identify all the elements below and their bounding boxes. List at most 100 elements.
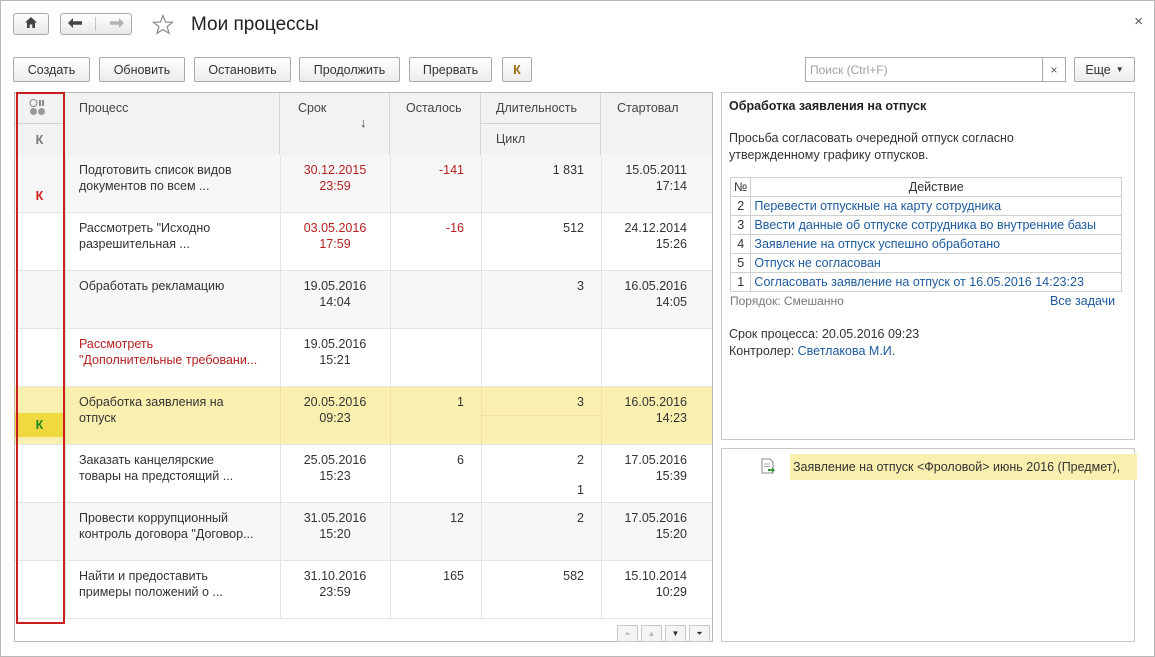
row-deadline: 03.05.2016 17:59 xyxy=(280,220,390,252)
row-deadline-date: 20.05.2016 xyxy=(303,395,367,409)
column-separator xyxy=(280,213,281,270)
continue-button[interactable]: Продолжить xyxy=(299,57,400,82)
table-row[interactable]: Провести коррупционный контроль договора … xyxy=(15,503,712,561)
table-row[interactable]: Рассмотреть "Исходно разрешительная ... 03… xyxy=(15,213,712,271)
sort-arrow-icon: ↓ xyxy=(360,115,367,130)
home-button[interactable] xyxy=(13,13,49,35)
header-k[interactable]: К xyxy=(15,93,65,155)
nav-divider xyxy=(95,17,97,31)
row-k-cell[interactable] xyxy=(15,329,65,386)
action-link[interactable]: Заявление на отпуск успешно обработано xyxy=(750,234,1122,254)
attachment-item[interactable]: Заявление на отпуск <Фроловой> июнь 2016… xyxy=(790,454,1137,480)
row-deadline: 19.05.2016 15:21 xyxy=(280,336,390,368)
favorite-star-icon[interactable] xyxy=(151,13,175,38)
control-k-button[interactable]: К xyxy=(502,57,532,82)
row-k-cell[interactable] xyxy=(15,561,65,618)
column-separator xyxy=(65,155,66,212)
row-started-date: 17.05.2016 xyxy=(624,511,687,525)
action-row[interactable]: 2 Перевести отпускные на карту сотрудника xyxy=(729,196,1122,216)
k-mark xyxy=(15,242,64,266)
column-separator xyxy=(390,213,391,270)
row-process: Подготовить список видов документов по вс… xyxy=(79,162,275,194)
row-started: 16.05.2016 14:05 xyxy=(601,278,687,310)
header-duration-label: Длительность xyxy=(496,101,578,115)
action-row[interactable]: 4 Заявление на отпуск успешно обработано xyxy=(729,234,1122,254)
k-mark xyxy=(15,358,64,382)
row-process: Провести коррупционный контроль договора … xyxy=(79,510,275,542)
action-row[interactable]: 1 Согласовать заявление на отпуск от 16.0… xyxy=(729,272,1122,292)
close-icon[interactable]: × xyxy=(1134,13,1143,30)
document-icon xyxy=(760,458,776,477)
row-k-cell[interactable] xyxy=(15,503,65,560)
row-k-cell[interactable] xyxy=(15,271,65,328)
table-row[interactable]: К Обработка заявления на отпуск 20.05.2016 0… xyxy=(15,387,712,445)
process-detail-panel: Обработка заявления на отпуск Просьба со… xyxy=(721,92,1135,440)
row-deadline-date: 30.12.2015 xyxy=(303,163,367,177)
k-mark xyxy=(15,590,64,614)
row-k-cell[interactable] xyxy=(15,445,65,502)
more-menu-button[interactable]: Еще ▼ xyxy=(1074,57,1135,82)
abort-button[interactable]: Прервать xyxy=(409,57,492,82)
detail-description: Просьба согласовать очередной отпуск сог… xyxy=(729,130,1014,164)
table-row[interactable]: Заказать канцелярские товары на предстоящ… xyxy=(15,445,712,503)
row-process-line: Подготовить список видов xyxy=(79,163,232,177)
row-started: 15.10.2014 10:29 xyxy=(601,568,687,600)
refresh-button[interactable]: Обновить xyxy=(99,57,185,82)
scroll-up-button[interactable]: ▲ xyxy=(641,625,662,642)
row-duration: 3 xyxy=(577,279,584,293)
header-deadline[interactable]: Срок ↓ xyxy=(280,93,390,155)
row-deadline-time: 14:04 xyxy=(319,295,351,309)
row-started-time: 17:14 xyxy=(655,179,687,193)
row-deadline: 19.05.2016 14:04 xyxy=(280,278,390,310)
header-remaining[interactable]: Осталось xyxy=(390,93,481,155)
header-process-label: Процесс xyxy=(79,101,129,115)
back-arrow-icon[interactable] xyxy=(67,17,83,32)
all-tasks-link[interactable]: Все задачи xyxy=(1050,294,1115,308)
row-duration: 2 xyxy=(577,453,584,467)
table-row[interactable]: Обработать рекламацию 19.05.2016 14:04 3 16.… xyxy=(15,271,712,329)
row-k-cell[interactable]: К xyxy=(15,387,65,444)
row-cycle: 1 xyxy=(577,483,584,497)
row-process: Рассмотреть "Дополнительные требовани... xyxy=(79,336,275,368)
row-deadline-date: 19.05.2016 xyxy=(303,279,367,293)
search-input[interactable]: Поиск (Ctrl+F) xyxy=(805,57,1043,82)
search-clear-icon[interactable]: × xyxy=(1043,57,1066,82)
action-link[interactable]: Перевести отпускные на карту сотрудника xyxy=(750,196,1122,216)
row-started-time: 14:05 xyxy=(655,295,687,309)
column-separator xyxy=(65,561,66,618)
column-separator xyxy=(481,561,482,618)
table-row[interactable]: Найти и предоставить примеры положений о … xyxy=(15,561,712,619)
table-row[interactable]: К Подготовить список видов документов по в… xyxy=(15,155,712,213)
row-duration: 1 831 xyxy=(552,163,584,177)
row-deadline: 30.12.2015 23:59 xyxy=(280,162,390,194)
k-mark xyxy=(15,300,64,324)
column-separator xyxy=(280,155,281,212)
forward-arrow-icon[interactable] xyxy=(109,17,125,32)
action-row[interactable]: 5 Отпуск не согласован xyxy=(729,253,1122,273)
scroll-bottom-button[interactable]: ⏷ xyxy=(689,625,710,642)
column-separator xyxy=(601,561,602,618)
header-duration[interactable]: Длительность Цикл xyxy=(481,93,601,155)
scroll-top-button[interactable]: ⏶ xyxy=(617,625,638,642)
action-link[interactable]: Ввести данные об отпуске сотрудника во в… xyxy=(750,215,1122,235)
header-process[interactable]: Процесс xyxy=(65,93,280,155)
table-row[interactable]: Рассмотреть "Дополнительные требовани... 1… xyxy=(15,329,712,387)
row-process-line: Рассмотреть "Исходно xyxy=(79,221,211,235)
controller-link[interactable]: Светлакова М.И. xyxy=(798,344,896,358)
attachments-panel: Заявление на отпуск <Фроловой> июнь 2016… xyxy=(721,448,1137,642)
column-separator xyxy=(65,213,66,270)
header-started[interactable]: Стартовал xyxy=(601,93,712,155)
row-remaining: 12 xyxy=(450,511,464,525)
stop-button[interactable]: Остановить xyxy=(194,57,291,82)
action-link[interactable]: Согласовать заявление на отпуск от 16.05… xyxy=(750,272,1122,292)
column-separator xyxy=(280,561,281,618)
scroll-down-button[interactable]: ▼ xyxy=(665,625,686,642)
create-button[interactable]: Создать xyxy=(13,57,90,82)
row-process-line: Заказать канцелярские xyxy=(79,453,214,467)
action-row[interactable]: 3 Ввести данные об отпуске сотрудника во … xyxy=(729,215,1122,235)
action-link[interactable]: Отпуск не согласован xyxy=(750,253,1122,273)
row-k-cell[interactable] xyxy=(15,213,65,270)
header-cycle[interactable]: Цикл xyxy=(481,123,600,155)
row-k-cell[interactable]: К xyxy=(15,155,65,212)
row-deadline-date: 31.05.2016 xyxy=(303,511,367,525)
